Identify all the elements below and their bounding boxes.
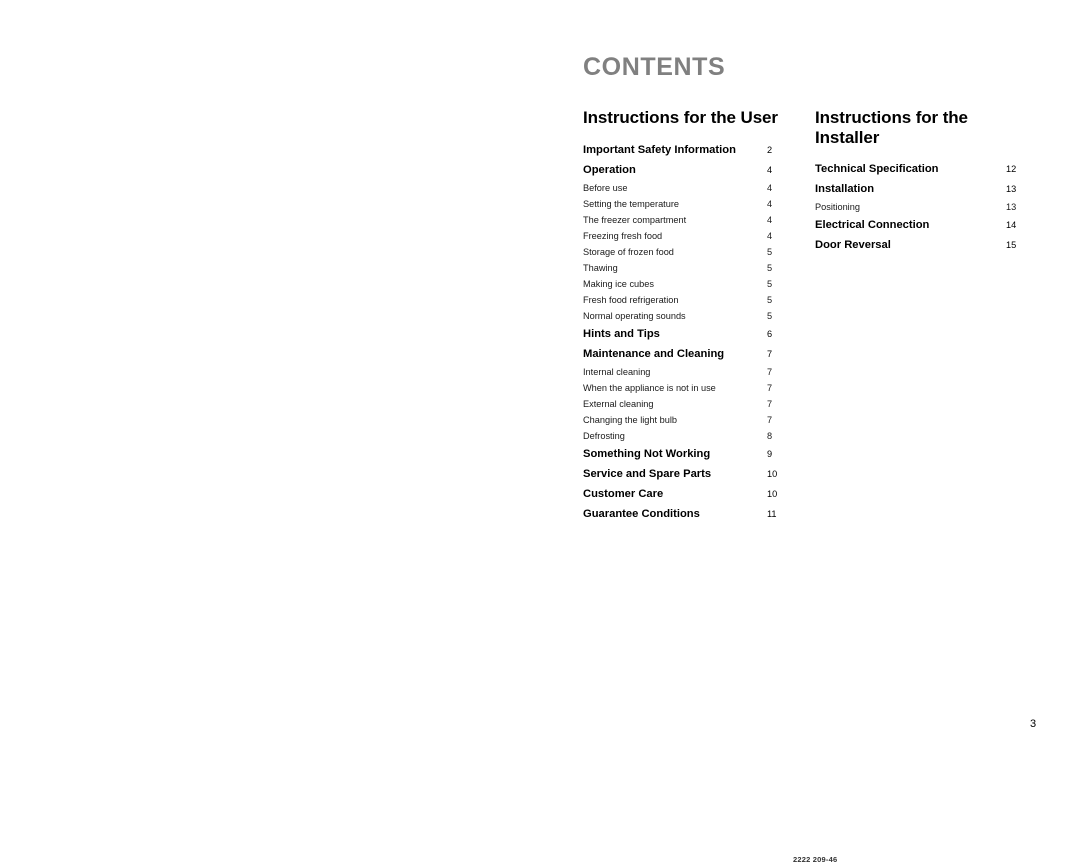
toc-entry[interactable]: The freezer compartment 4 xyxy=(583,212,793,228)
toc-entry-page-number: 5 xyxy=(767,311,773,322)
toc-entry-page-number: 10 xyxy=(767,469,778,480)
toc-entry[interactable]: Normal operating sounds 5 xyxy=(583,308,793,324)
column-heading-installer: Instructions for the Installer xyxy=(815,108,968,148)
toc-entry[interactable]: Important Safety Information 2 xyxy=(583,140,793,160)
toc-entry-page-number: 4 xyxy=(767,165,773,176)
toc-entry-page-number: 4 xyxy=(767,183,773,194)
toc-entry-label: Freezing fresh food xyxy=(583,231,663,242)
toc-entry-label: Guarantee Conditions xyxy=(583,508,700,521)
toc-entry-label: The freezer compartment xyxy=(583,215,687,226)
toc-list-user: Important Safety Information 2 Operation 4 B… xyxy=(583,140,793,524)
toc-column-installer: Instructions for the Installer Technical… xyxy=(815,108,1030,255)
toc-entry-label: Before use xyxy=(583,183,628,194)
toc-entry-page-number: 4 xyxy=(767,199,773,210)
toc-entry-label: Setting the temperature xyxy=(583,199,680,210)
toc-entry-label: External cleaning xyxy=(583,399,654,410)
toc-entry-page-number: 5 xyxy=(767,247,773,258)
toc-entry[interactable]: Electrical Connection 14 xyxy=(815,215,1030,235)
toc-entry[interactable]: Something Not Working 9 xyxy=(583,444,793,464)
toc-entry-page-number: 5 xyxy=(767,279,773,290)
toc-entry-page-number: 7 xyxy=(767,349,773,360)
toc-entry-page-number: 13 xyxy=(1006,184,1017,195)
toc-entry-label: Installation xyxy=(815,183,875,196)
toc-entry-page-number: 7 xyxy=(767,399,773,410)
toc-entry-page-number: 12 xyxy=(1006,164,1017,175)
toc-entry-page-number: 15 xyxy=(1006,240,1017,251)
page-number: 3 xyxy=(1030,718,1037,730)
toc-entry-label: Fresh food refrigeration xyxy=(583,295,679,306)
toc-list-installer: Technical Specification 12 Installation 13 P… xyxy=(815,159,1030,255)
toc-entry-label: Defrosting xyxy=(583,431,625,442)
toc-column-user: Instructions for the User Important Safe… xyxy=(583,108,793,524)
toc-entry-label: Door Reversal xyxy=(815,239,891,252)
toc-entry-page-number: 2 xyxy=(767,145,773,156)
toc-entry-label: Technical Specification xyxy=(815,163,939,176)
toc-entry-page-number: 4 xyxy=(767,231,773,242)
toc-entry-label: Service and Spare Parts xyxy=(583,468,712,481)
toc-entry[interactable]: Setting the temperature 4 xyxy=(583,196,793,212)
toc-entry[interactable]: External cleaning 7 xyxy=(583,396,793,412)
toc-entry[interactable]: Customer Care 10 xyxy=(583,484,793,504)
toc-entry-label: Storage of frozen food xyxy=(583,247,674,258)
toc-entry[interactable]: Before use 4 xyxy=(583,180,793,196)
toc-entry[interactable]: Maintenance and Cleaning 7 xyxy=(583,344,793,364)
document-page: CONTENTS Instructions for the User Impor… xyxy=(0,0,1080,864)
toc-entry-page-number: 7 xyxy=(767,367,773,378)
toc-entry-page-number: 8 xyxy=(767,431,773,442)
toc-entry-page-number: 10 xyxy=(767,489,778,500)
toc-entry-label: Important Safety Information xyxy=(583,144,736,157)
toc-entry-label: When the appliance is not in use xyxy=(583,383,716,394)
toc-entry[interactable]: Internal cleaning 7 xyxy=(583,364,793,380)
document-code: 2222 209-46 xyxy=(793,855,838,864)
toc-entry-page-number: 5 xyxy=(767,295,773,306)
toc-entry-page-number: 4 xyxy=(767,215,773,226)
toc-entry-label: Internal cleaning xyxy=(583,367,651,378)
toc-entry[interactable]: Guarantee Conditions 11 xyxy=(583,504,793,524)
toc-entry-label: Positioning xyxy=(815,202,860,213)
toc-entry[interactable]: Changing the light bulb 7 xyxy=(583,412,793,428)
toc-entry-label: Thawing xyxy=(583,263,618,274)
toc-entry[interactable]: Defrosting 8 xyxy=(583,428,793,444)
toc-entry[interactable]: Storage of frozen food 5 xyxy=(583,244,793,260)
toc-entry-label: Operation xyxy=(583,164,636,177)
toc-entry[interactable]: Freezing fresh food 4 xyxy=(583,228,793,244)
toc-entry[interactable]: Technical Specification 12 xyxy=(815,159,1030,179)
toc-entry-label: Customer Care xyxy=(583,488,664,501)
toc-entry[interactable]: Operation 4 xyxy=(583,160,793,180)
toc-entry[interactable]: When the appliance is not in use 7 xyxy=(583,380,793,396)
toc-entry-page-number: 5 xyxy=(767,263,773,274)
toc-entry-label: Making ice cubes xyxy=(583,279,654,290)
toc-entry-label: Something Not Working xyxy=(583,448,711,461)
toc-entry-page-number: 6 xyxy=(767,329,773,340)
toc-entry-page-number: 11 xyxy=(767,509,777,520)
page-title: CONTENTS xyxy=(583,53,726,81)
toc-entry[interactable]: Hints and Tips 6 xyxy=(583,324,793,344)
toc-entry-page-number: 7 xyxy=(767,383,773,394)
toc-entry[interactable]: Installation 13 xyxy=(815,179,1030,199)
toc-entry-label: Hints and Tips xyxy=(583,328,660,341)
toc-entry[interactable]: Making ice cubes 5 xyxy=(583,276,793,292)
toc-entry-label: Normal operating sounds xyxy=(583,311,686,322)
toc-entry[interactable]: Service and Spare Parts 10 xyxy=(583,464,793,484)
toc-entry-page-number: 13 xyxy=(1006,202,1017,213)
toc-entry-page-number: 14 xyxy=(1006,220,1017,231)
toc-entry-page-number: 7 xyxy=(767,415,773,426)
toc-entry-label: Changing the light bulb xyxy=(583,415,677,426)
toc-entry[interactable]: Thawing 5 xyxy=(583,260,793,276)
toc-entry[interactable]: Positioning 13 xyxy=(815,199,1030,215)
toc-entry-page-number: 9 xyxy=(767,449,773,460)
toc-entry-label: Electrical Connection xyxy=(815,219,930,232)
toc-entry[interactable]: Fresh food refrigeration 5 xyxy=(583,292,793,308)
toc-entry-label: Maintenance and Cleaning xyxy=(583,348,725,361)
toc-entry[interactable]: Door Reversal 15 xyxy=(815,235,1030,255)
column-heading-user: Instructions for the User xyxy=(583,108,778,127)
